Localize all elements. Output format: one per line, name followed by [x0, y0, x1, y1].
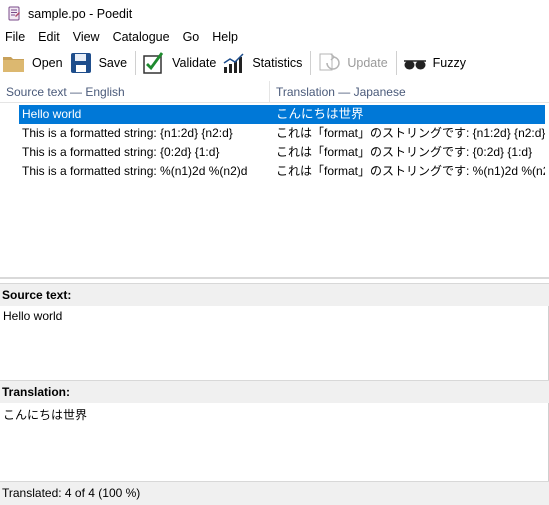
list-row[interactable]: This is a formatted string: {n1:2d} {n2:…	[19, 124, 545, 143]
column-header-source[interactable]: Source text — English	[0, 80, 270, 103]
fuzzy-label: Fuzzy	[432, 56, 467, 70]
poedit-app-icon	[6, 6, 22, 22]
source-text-view: Hello world	[0, 306, 549, 380]
menu-catalogue[interactable]: Catalogue	[107, 27, 177, 47]
validate-label: Validate	[172, 56, 217, 70]
row-source-text: This is a formatted string: %(n1)2d %(n2…	[22, 164, 248, 178]
validate-button[interactable]: Validate	[140, 49, 220, 77]
window-title: sample.po - Poedit	[28, 6, 133, 21]
fuzzy-button[interactable]: Fuzzy	[401, 49, 470, 77]
row-translation-text: これは「format」のストリングです: {0:2d} {1:d}	[276, 145, 533, 159]
menu-go[interactable]: Go	[177, 27, 207, 47]
toolbar-separator	[310, 51, 312, 75]
status-bar: Translated: 4 of 4 (100 %)	[0, 481, 549, 505]
open-label: Open	[32, 56, 63, 70]
translation-label: Translation:	[0, 380, 549, 404]
folder-icon	[2, 51, 26, 75]
row-source-text: Hello world	[22, 107, 82, 121]
list-row[interactable]: This is a formatted string: %(n1)2d %(n2…	[19, 162, 545, 181]
menu-view[interactable]: View	[67, 27, 107, 47]
statistics-label: Statistics	[252, 56, 303, 70]
statistics-button[interactable]: Statistics	[220, 49, 306, 77]
row-translation-text: こんにちは世界	[276, 107, 364, 121]
title-bar: sample.po - Poedit	[0, 0, 549, 27]
checkbox-icon	[142, 51, 166, 75]
row-source-text: This is a formatted string: {n1:2d} {n2:…	[22, 126, 233, 140]
row-source-text: This is a formatted string: {0:2d} {1:d}	[22, 145, 220, 159]
open-button[interactable]: Open	[0, 49, 67, 77]
save-label: Save	[98, 56, 128, 70]
menu-help[interactable]: Help	[206, 27, 245, 47]
menu-bar: File Edit View Catalogue Go Help	[0, 27, 549, 47]
toolbar: Open Save Validate Statistics Update Fuz…	[0, 47, 549, 79]
update-label: Update	[347, 56, 388, 70]
menu-edit[interactable]: Edit	[32, 27, 67, 47]
list-row[interactable]: This is a formatted string: {0:2d} {1:d}…	[19, 143, 545, 162]
floppy-disk-icon	[69, 51, 93, 75]
translation-editor[interactable]: こんにちは世界	[0, 403, 549, 481]
save-button[interactable]: Save	[67, 49, 132, 77]
update-button[interactable]: Update	[315, 49, 391, 77]
toolbar-separator	[135, 51, 137, 75]
list-row[interactable]: Hello world こんにちは世界	[19, 105, 545, 124]
panel-splitter[interactable]	[0, 277, 549, 279]
row-translation-text: これは「format」のストリングです: {n1:2d} {n2:d}	[276, 126, 545, 140]
toolbar-separator	[395, 51, 397, 75]
glasses-icon	[403, 51, 427, 75]
column-header-translation[interactable]: Translation — Japanese	[270, 81, 549, 103]
source-text-label: Source text:	[0, 283, 549, 307]
list-header: Source text — English Translation — Japa…	[0, 80, 549, 103]
bar-chart-icon	[222, 51, 246, 75]
row-translation-text: これは「format」のストリングです: %(n1)2d %(n2)d	[276, 164, 545, 178]
menu-file[interactable]: File	[0, 27, 32, 47]
sync-icon	[317, 51, 341, 75]
